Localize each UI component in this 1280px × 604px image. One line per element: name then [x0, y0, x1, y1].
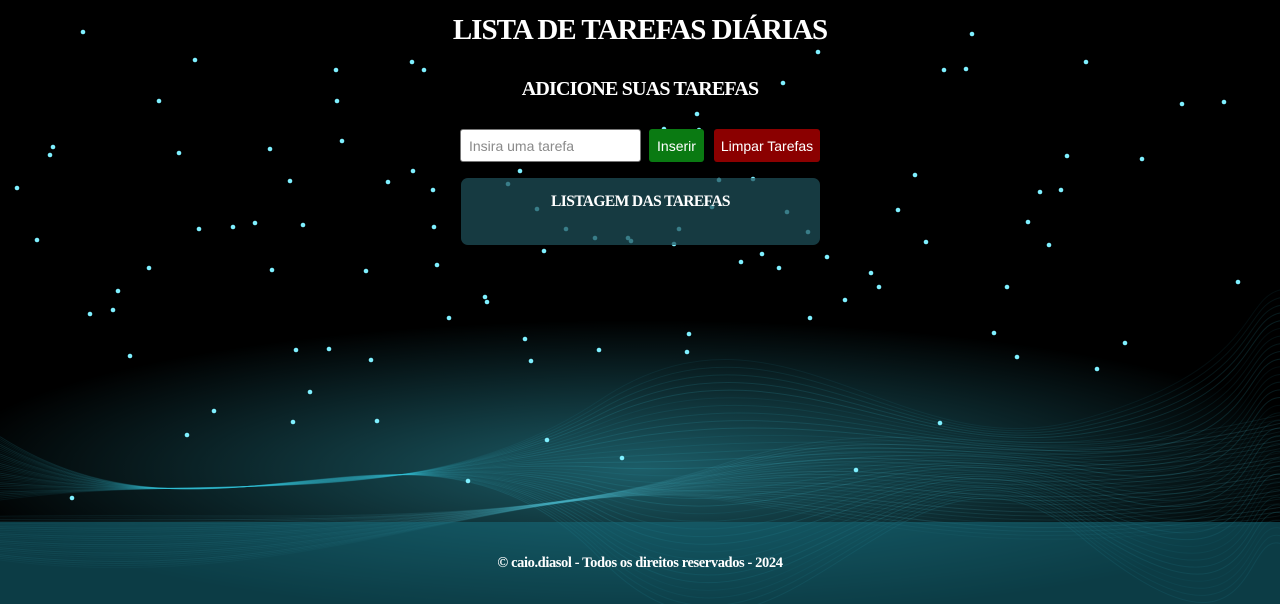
page-subtitle: ADICIONE SUAS TAREFAS [521, 78, 759, 100]
page: LISTA DE TAREFAS DIÁRIAS ADICIONE SUAS T… [0, 0, 1280, 604]
page-title: LISTA DE TAREFAS DIÁRIAS [452, 14, 828, 46]
task-list-panel [461, 178, 820, 245]
task-input[interactable] [460, 129, 641, 162]
footer-text: © caio.diasol - Todos os direitos reserv… [497, 555, 783, 571]
insert-button[interactable]: Inserir [649, 129, 704, 162]
task-form: Inserir Limpar Tarefas [460, 129, 822, 163]
content: LISTA DE TAREFAS DIÁRIAS ADICIONE SUAS T… [0, 0, 1280, 604]
task-list-title: LISTAGEM DAS TAREFAS [551, 193, 731, 210]
clear-tasks-button[interactable]: Limpar Tarefas [714, 129, 820, 162]
